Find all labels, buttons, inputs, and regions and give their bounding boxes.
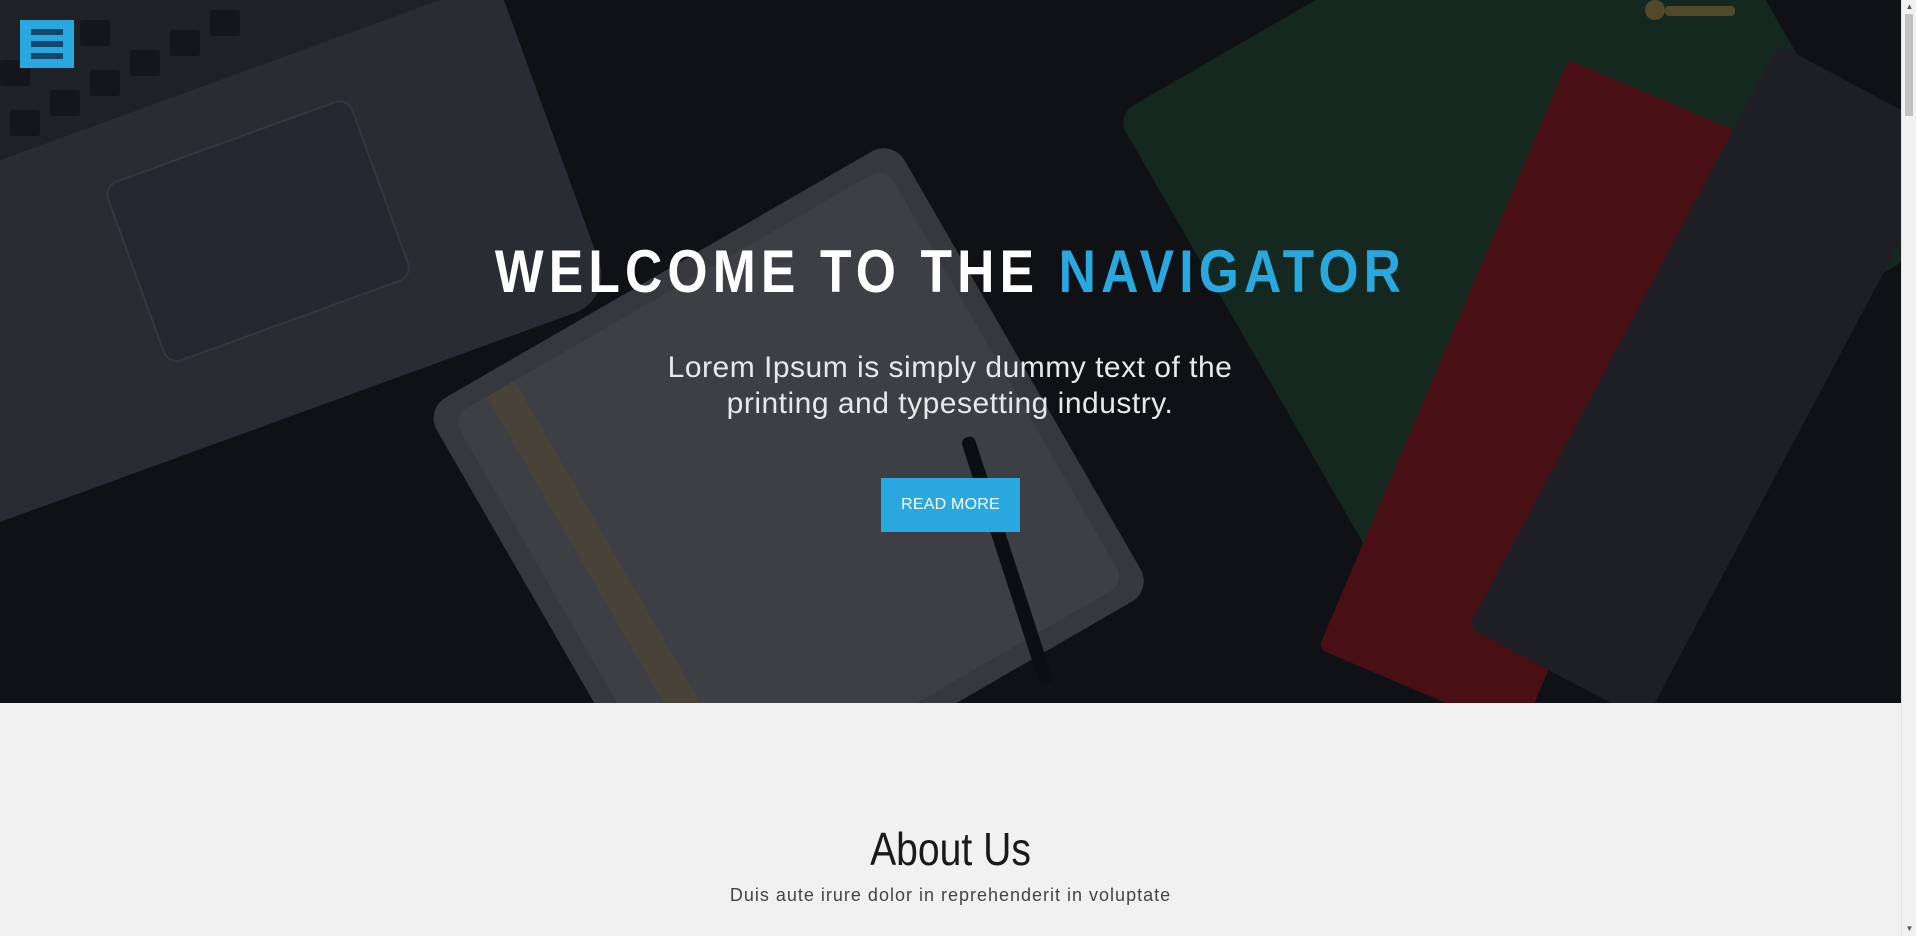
- scrollbar-thumb[interactable]: [1905, 14, 1913, 116]
- page: WELCOME TO THE NAVIGATOR Lorem Ipsum is …: [0, 0, 1901, 936]
- hero-title: WELCOME TO THE NAVIGATOR: [133, 236, 1768, 308]
- hero-title-accent: NAVIGATOR: [1058, 238, 1407, 305]
- hero-subtitle: Lorem Ipsum is simply dummy text of the …: [600, 350, 1300, 422]
- hero-title-prefix: WELCOME TO THE: [494, 238, 1059, 305]
- about-section: About Us Duis aute irure dolor in repreh…: [0, 703, 1901, 936]
- scroll-down-icon[interactable]: ▼: [1902, 922, 1916, 936]
- hamburger-icon: [31, 29, 63, 35]
- hamburger-icon: [31, 41, 63, 47]
- read-more-button[interactable]: READ MORE: [881, 478, 1020, 532]
- hero-subtitle-line2: printing and typesetting industry.: [726, 387, 1174, 420]
- about-subtitle: Duis aute irure dolor in reprehenderit i…: [729, 885, 1172, 905]
- hero-subtitle-line1: Lorem Ipsum is simply dummy text of the: [667, 351, 1233, 384]
- about-title: About Us: [870, 823, 1031, 875]
- menu-toggle-button[interactable]: [20, 20, 74, 68]
- hero-content: WELCOME TO THE NAVIGATOR Lorem Ipsum is …: [0, 0, 1901, 703]
- hero-section: WELCOME TO THE NAVIGATOR Lorem Ipsum is …: [0, 0, 1901, 703]
- hamburger-icon: [31, 53, 63, 59]
- vertical-scrollbar[interactable]: ▲ ▼: [1901, 0, 1916, 936]
- scroll-up-icon[interactable]: ▲: [1902, 0, 1916, 14]
